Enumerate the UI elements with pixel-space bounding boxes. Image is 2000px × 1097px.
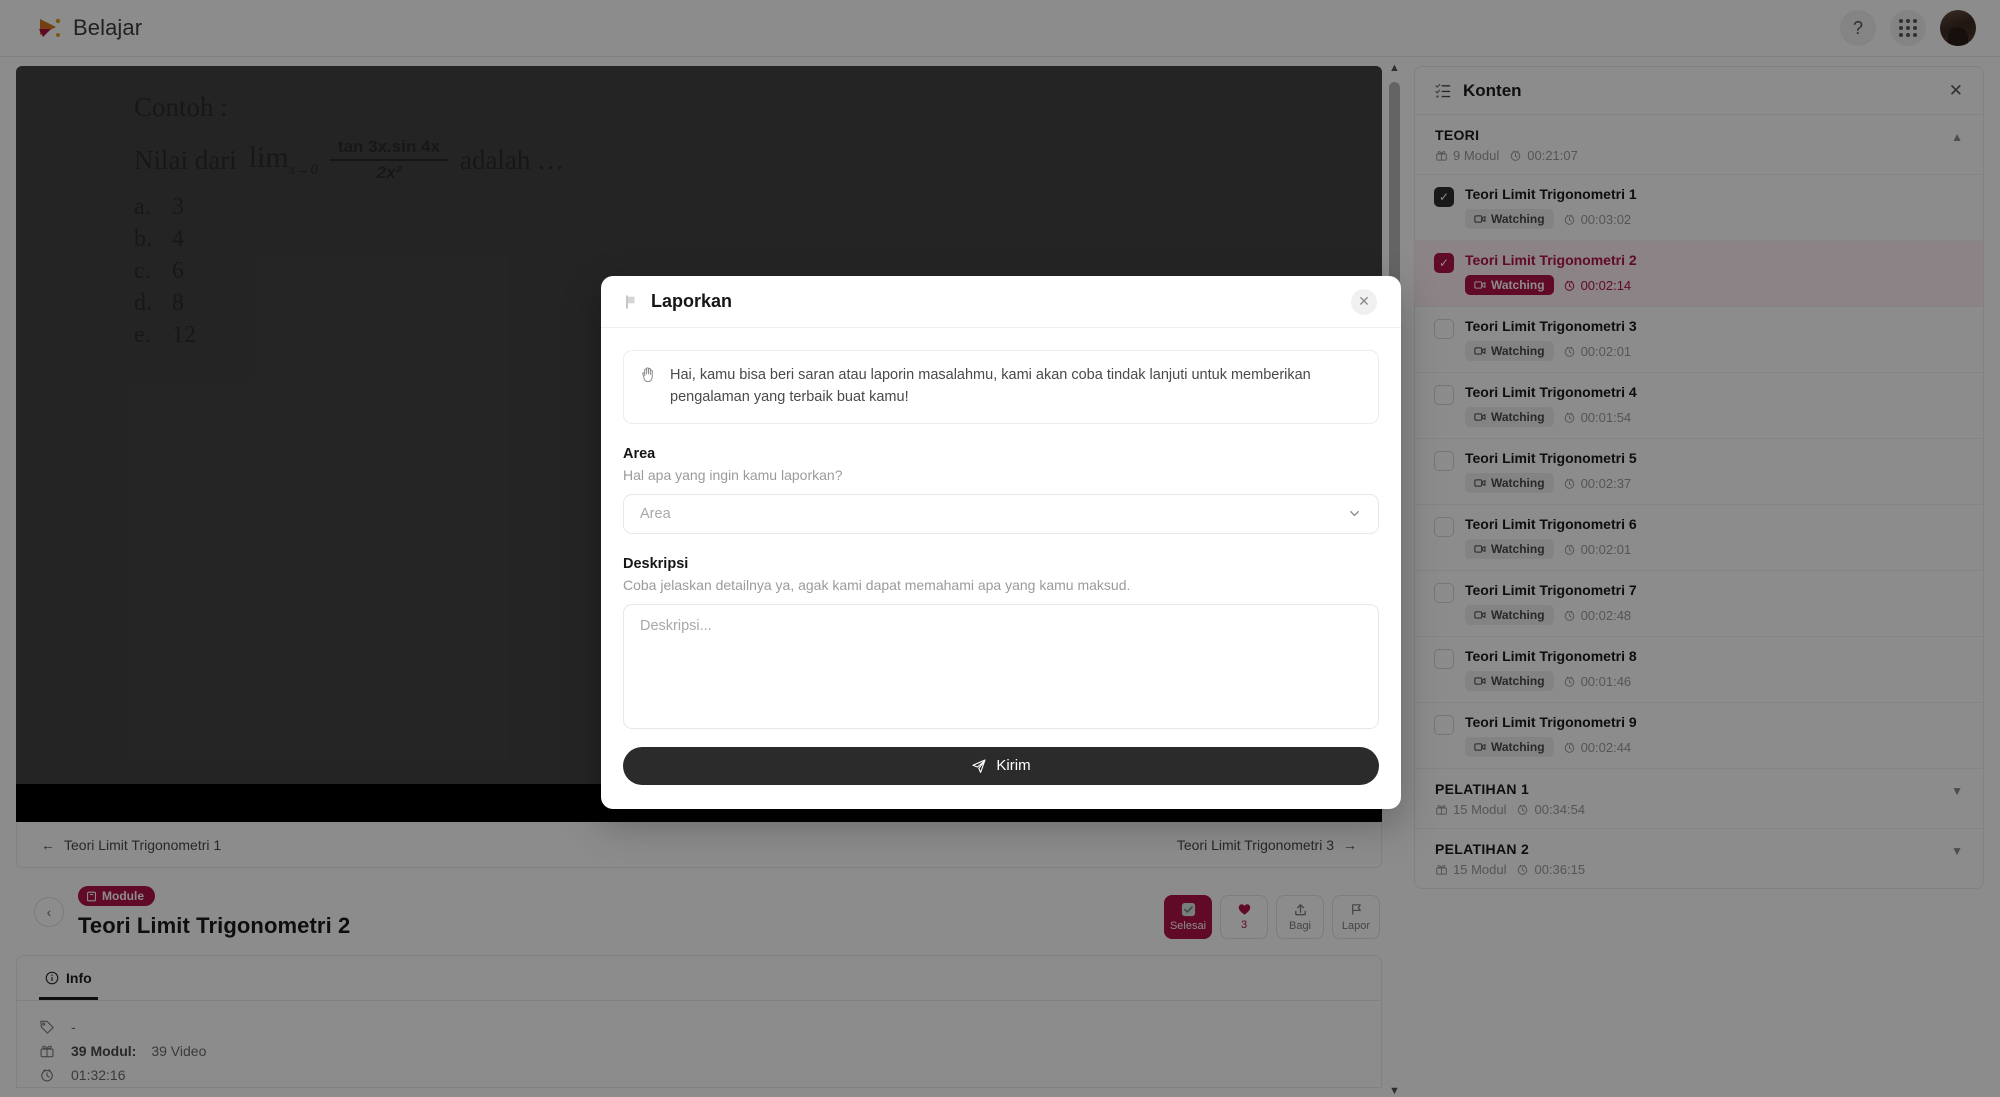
modal-title: Laporkan <box>651 291 733 311</box>
area-select-value: Area <box>640 505 671 522</box>
description-input[interactable]: Deskripsi... <box>623 603 1379 729</box>
submit-label: Kirim <box>996 757 1031 774</box>
modal-header-left: Laporkan <box>623 291 732 312</box>
area-label: Area <box>623 445 656 462</box>
desc-label: Deskripsi <box>623 555 689 572</box>
send-icon <box>971 758 987 774</box>
submit-button[interactable]: Kirim <box>623 746 1379 785</box>
description-placeholder: Deskripsi... <box>640 617 712 634</box>
area-help: Hal apa yang ingin kamu laporkan? <box>623 466 843 483</box>
report-modal: Laporkan ✕ Hai, kamu bisa beri saran ata… <box>601 276 1401 809</box>
modal-header: Laporkan ✕ <box>601 276 1401 328</box>
modal-notice: Hai, kamu bisa beri saran atau laporin m… <box>623 350 1379 424</box>
app-root: Belajar ? Contoh : Nilai dari limx→0 tan… <box>0 0 2000 1097</box>
waving-hand-icon <box>640 365 657 383</box>
modal-notice-text: Hai, kamu bisa beri saran atau laporin m… <box>670 367 1311 405</box>
modal-close-button[interactable]: ✕ <box>1351 288 1377 315</box>
desc-help: Coba jelaskan detailnya ya, agak kami da… <box>623 576 1131 593</box>
area-select[interactable]: Area <box>623 493 1379 534</box>
chevron-down-icon <box>1347 506 1362 521</box>
close-icon: ✕ <box>1358 293 1370 309</box>
flag-icon <box>623 294 639 310</box>
modal-body: Hai, kamu bisa beri saran atau laporin m… <box>601 328 1401 809</box>
